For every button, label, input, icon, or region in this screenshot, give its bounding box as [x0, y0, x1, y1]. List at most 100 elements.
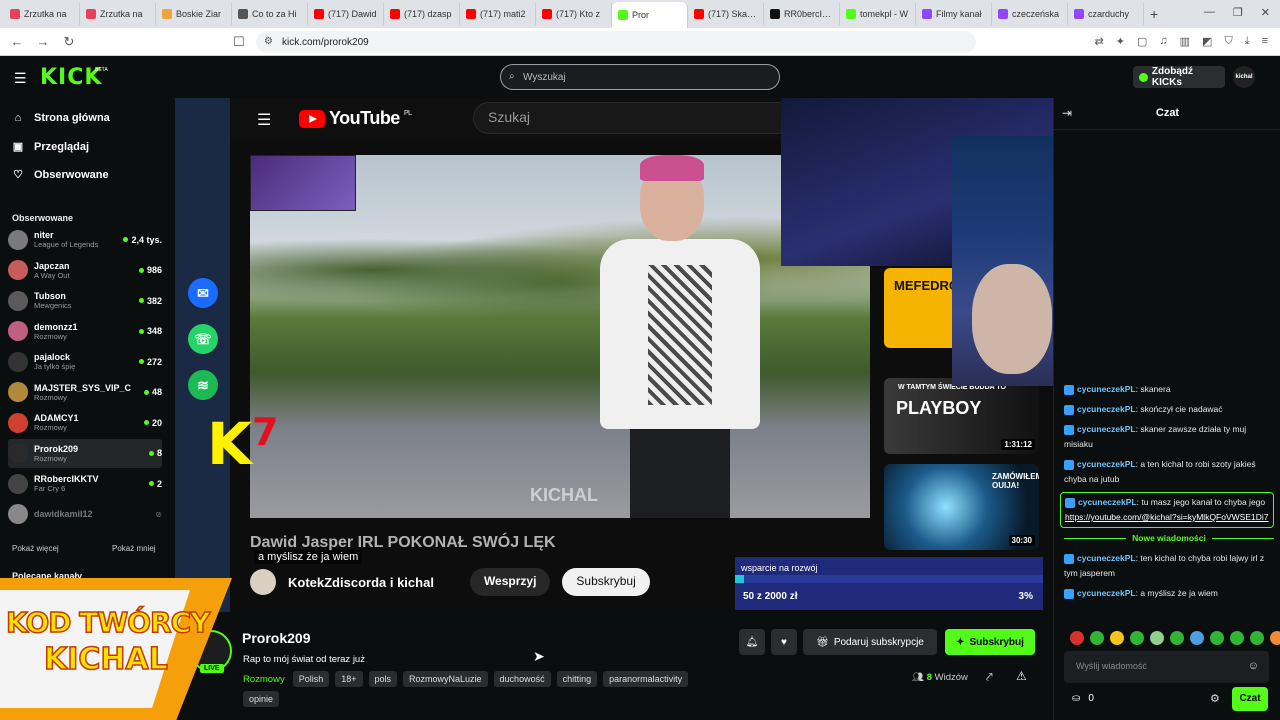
- download-icon[interactable]: ⤓: [1245, 35, 1250, 48]
- report-icon[interactable]: ⚠: [1016, 669, 1027, 683]
- stream-tag[interactable]: chitting: [556, 671, 598, 687]
- minimize-icon[interactable]: —: [1204, 6, 1215, 19]
- emote-icon[interactable]: [1150, 631, 1164, 645]
- channel-name: pajalock: [34, 352, 71, 362]
- sidebar-channel[interactable]: RRobercIKKTV Far Cry 6 2: [8, 469, 162, 498]
- emote-icon[interactable]: [1090, 631, 1104, 645]
- sidebar-icon[interactable]: ▥: [1180, 35, 1190, 48]
- chat-settings-icon[interactable]: ⚙: [1210, 692, 1220, 705]
- browser-tab[interactable]: Filmy kanał: [916, 3, 992, 25]
- video-player[interactable]: ☰ YouTube PL Szukaj KICHAL ✉ ☏ ≋ K7 Dawi…: [175, 98, 1053, 612]
- chat-username[interactable]: cycuneczekPL: [1077, 384, 1136, 394]
- stream-tag[interactable]: 18+: [335, 671, 363, 687]
- chat-input[interactable]: Wyślij wiadomość ☺: [1064, 651, 1269, 683]
- stream-tag[interactable]: duchowość: [493, 671, 551, 687]
- site-info-icon[interactable]: ⚙: [264, 36, 273, 47]
- url-field[interactable]: ⚙ kick.com/prorok209: [256, 31, 976, 53]
- translate-icon[interactable]: ⇄: [1095, 35, 1104, 48]
- sidebar-channel[interactable]: Prorok209 Rozmowy 8: [8, 438, 162, 468]
- sidebar-item-browse[interactable]: ▣ Przeglądaj: [12, 140, 89, 154]
- bookmark-icon[interactable]: ☐: [230, 34, 248, 50]
- follow-button[interactable]: ♥: [771, 629, 797, 655]
- emote-icon[interactable]: [1250, 631, 1264, 645]
- screenshot-icon[interactable]: ▢: [1137, 35, 1147, 48]
- chat-username[interactable]: cycuneczekPL: [1078, 497, 1137, 507]
- stream-tag[interactable]: Polish: [292, 671, 330, 687]
- stream-tag[interactable]: paranormalactivity: [603, 671, 689, 687]
- viewer-count: 20: [151, 417, 162, 428]
- tab-favicon-icon: [390, 9, 400, 19]
- browser-tab[interactable]: Pror: [612, 2, 688, 28]
- viewer-count: 348: [146, 326, 162, 336]
- stream-tag[interactable]: RozmowyNaLuzie: [403, 671, 488, 687]
- sidebar-channel[interactable]: niter League of Legends 2,4 tys.: [8, 225, 162, 254]
- sidebar-channel[interactable]: Tubson Mewgenics 382: [8, 286, 162, 315]
- subscribe-button[interactable]: ✦ Subskrybuj: [945, 629, 1035, 655]
- kick-logo[interactable]: KICK: [40, 65, 102, 90]
- extension-icon[interactable]: ✦: [1116, 35, 1125, 48]
- new-tab-icon[interactable]: +: [1150, 6, 1158, 22]
- browser-tab[interactable]: Boskie Ziar: [156, 3, 232, 25]
- browser-tab[interactable]: Zrzutka na: [4, 3, 80, 25]
- stream-tag[interactable]: pols: [368, 671, 398, 687]
- chat-username[interactable]: cycuneczekPL: [1077, 588, 1136, 598]
- chat-send-button[interactable]: Czat: [1232, 687, 1268, 711]
- sidebar-channel[interactable]: demonzz1 Rozmowy 348: [8, 317, 162, 346]
- restore-icon[interactable]: ❐: [1233, 6, 1243, 19]
- emote-icon[interactable]: [1210, 631, 1224, 645]
- browser-tab[interactable]: RR0bercIKK: [764, 3, 840, 25]
- gift-subs-button[interactable]: 🎁︎ Podaruj subskrypcje: [803, 629, 937, 655]
- sidebar-channel[interactable]: ADAMCY1 Rozmowy 20: [8, 408, 162, 437]
- close-icon[interactable]: ✕: [1261, 6, 1270, 19]
- sidebar-item-home[interactable]: ⌂ Strona główna: [12, 112, 110, 124]
- user-avatar[interactable]: kichal: [1233, 66, 1255, 88]
- sidebar-item-following[interactable]: ♡ Obserwowane: [12, 168, 109, 182]
- emote-icon[interactable]: [1070, 631, 1084, 645]
- chat-username[interactable]: cycuneczekPL: [1077, 459, 1136, 469]
- browser-tab[interactable]: tomekpl - W: [840, 3, 916, 25]
- sidebar-channel[interactable]: MAJSTER_SYS_VIP_C Rozmowy 48: [8, 378, 162, 407]
- browser-tab[interactable]: (717) Dawid: [308, 3, 384, 25]
- emoji-icon[interactable]: ☺: [1248, 660, 1259, 672]
- emote-icon[interactable]: [1190, 631, 1204, 645]
- category-link[interactable]: Rozmowy: [243, 674, 285, 685]
- chat-link[interactable]: https://youtube.com/@kichal?si=kyMlkQFoV…: [1065, 512, 1269, 522]
- browser-tab[interactable]: czarduchy: [1068, 3, 1144, 25]
- browser-tab[interactable]: Zrzutka na: [80, 3, 156, 25]
- streamer-name[interactable]: Prorok209: [242, 630, 310, 646]
- browser-tab[interactable]: (717) Skane: [688, 3, 764, 25]
- show-more-link[interactable]: Pokaż więcej: [12, 544, 59, 553]
- browser-tab[interactable]: Co to za Hi: [232, 3, 308, 25]
- browser-tab[interactable]: (717) Kto z: [536, 3, 612, 25]
- reload-icon[interactable]: ↻: [60, 34, 78, 50]
- browser-tab[interactable]: (717) dzasp: [384, 3, 460, 25]
- menu-icon[interactable]: ≡: [1262, 35, 1268, 48]
- forward-icon[interactable]: →: [34, 34, 52, 49]
- share-icon[interactable]: ⤤: [986, 670, 993, 685]
- wallet-icon[interactable]: ◩: [1202, 35, 1212, 48]
- channel-points[interactable]: ⛀ 0: [1072, 693, 1094, 704]
- browser-tab[interactable]: czeczeńska: [992, 3, 1068, 25]
- get-kicks-button[interactable]: Zdobądź KICKs: [1133, 66, 1225, 88]
- emote-icon[interactable]: [1130, 631, 1144, 645]
- stream-tag[interactable]: opinie: [243, 691, 280, 707]
- browser-tab[interactable]: (717) mati2: [460, 3, 536, 25]
- back-icon[interactable]: ←: [8, 34, 26, 49]
- shield-icon[interactable]: ⛉: [1224, 35, 1232, 48]
- show-less-link[interactable]: Pokaż mniej: [112, 544, 156, 553]
- chat-username[interactable]: cycuneczekPL: [1077, 404, 1136, 414]
- spotify-icon: ≋: [188, 370, 218, 400]
- chat-username[interactable]: cycuneczekPL: [1077, 553, 1136, 563]
- emote-icon[interactable]: [1170, 631, 1184, 645]
- hamburger-menu-icon[interactable]: ☰: [14, 70, 27, 87]
- sidebar-channel[interactable]: dawidkamil12 ⊘: [8, 500, 162, 529]
- media-icon[interactable]: ♫: [1159, 35, 1167, 48]
- notification-button[interactable]: 🔔︎: [739, 629, 765, 655]
- emote-icon[interactable]: [1270, 631, 1280, 645]
- chat-username[interactable]: cycuneczekPL: [1077, 424, 1136, 434]
- sidebar-channel[interactable]: Japczan A Way Out 986: [8, 256, 162, 285]
- emote-icon[interactable]: [1110, 631, 1124, 645]
- sidebar-channel[interactable]: pajalock Ja tylko śpię 272: [8, 347, 162, 376]
- search-input[interactable]: ⌕ Wyszukaj: [500, 64, 780, 90]
- emote-icon[interactable]: [1230, 631, 1244, 645]
